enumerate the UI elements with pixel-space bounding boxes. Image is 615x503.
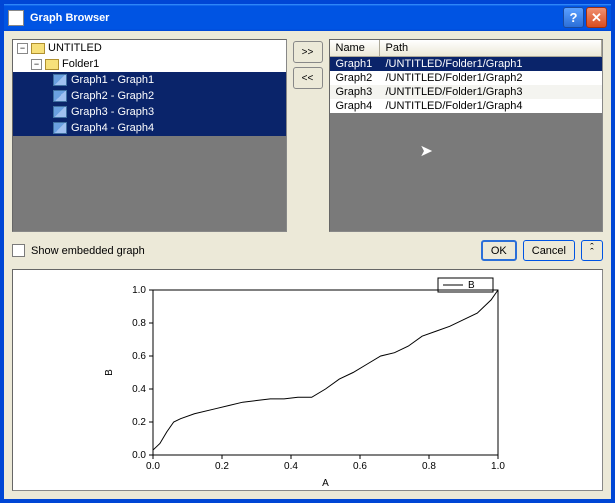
upper-panels: − UNTITLED − Folder1 Graph1 - Graph1 Gra… — [4, 31, 611, 236]
svg-text:0.8: 0.8 — [422, 461, 436, 472]
tree-folder-label: Folder1 — [62, 58, 99, 70]
svg-text:0.0: 0.0 — [132, 450, 146, 461]
app-icon — [8, 10, 24, 26]
collapse-icon[interactable]: − — [17, 43, 28, 54]
list-row[interactable]: Graph2 /UNTITLED/Folder1/Graph2 — [330, 71, 603, 85]
svg-text:0.0: 0.0 — [146, 461, 160, 472]
transfer-buttons: >> << — [293, 39, 323, 232]
controls-row: Show embedded graph OK Cancel ˆ ˆ — [4, 236, 611, 269]
chart-preview: 0.0 0.2 0.4 0.6 0.8 1.0 0.0 0.2 0.4 0.6 0.8 1.0 A B B — [12, 269, 603, 491]
svg-text:0.4: 0.4 — [284, 461, 298, 472]
list-body: Graph1 /UNTITLED/Folder1/Graph1 Graph2 /… — [330, 57, 603, 113]
svg-text:0.2: 0.2 — [132, 417, 146, 428]
add-button[interactable]: >> — [293, 41, 323, 63]
svg-text:0.2: 0.2 — [215, 461, 229, 472]
tree-item-label: Graph2 - Graph2 — [71, 90, 154, 102]
close-button[interactable]: ✕ — [586, 7, 607, 28]
remove-button[interactable]: << — [293, 67, 323, 89]
graph-icon — [53, 122, 67, 134]
list-cell-path: /UNTITLED/Folder1/Graph3 — [380, 85, 603, 99]
graph-icon — [53, 74, 67, 86]
chart-svg: 0.0 0.2 0.4 0.6 0.8 1.0 0.0 0.2 0.4 0.6 0.8 1.0 A B B — [98, 270, 518, 490]
list-cell-name: Graph2 — [330, 71, 380, 85]
svg-text:0.6: 0.6 — [353, 461, 367, 472]
list-panel[interactable]: Name Path Graph1 /UNTITLED/Folder1/Graph… — [329, 39, 604, 232]
list-row[interactable]: Graph4 /UNTITLED/Folder1/Graph4 — [330, 99, 603, 113]
list-cell-path: /UNTITLED/Folder1/Graph4 — [380, 99, 603, 113]
chevron-up-icon: ˆ — [590, 251, 594, 256]
column-header-name[interactable]: Name — [330, 40, 380, 56]
list-row[interactable]: Graph1 /UNTITLED/Folder1/Graph1 — [330, 57, 603, 71]
cancel-button[interactable]: Cancel — [523, 240, 575, 261]
list-cell-name: Graph4 — [330, 99, 380, 113]
dialog-window: Graph Browser ? ✕ − UNTITLED − Folder1 G… — [3, 3, 612, 500]
graph-icon — [53, 90, 67, 102]
tree-root[interactable]: − UNTITLED — [13, 40, 286, 56]
tree-item-label: Graph1 - Graph1 — [71, 74, 154, 86]
column-header-path[interactable]: Path — [380, 40, 603, 56]
tree-item-graph3[interactable]: Graph3 - Graph3 — [13, 104, 286, 120]
list-cell-path: /UNTITLED/Folder1/Graph1 — [380, 57, 603, 71]
tree-item-graph1[interactable]: Graph1 - Graph1 — [13, 72, 286, 88]
tree-root-label: UNTITLED — [48, 42, 102, 54]
help-button[interactable]: ? — [563, 7, 584, 28]
collapse-icon[interactable]: − — [31, 59, 42, 70]
list-row[interactable]: Graph3 /UNTITLED/Folder1/Graph3 — [330, 85, 603, 99]
list-empty-area: ➤ — [330, 113, 603, 231]
tree-folder[interactable]: − Folder1 — [13, 56, 286, 72]
show-embedded-label: Show embedded graph — [31, 245, 145, 257]
list-cell-name: Graph3 — [330, 85, 380, 99]
list-cell-path: /UNTITLED/Folder1/Graph2 — [380, 71, 603, 85]
expand-button[interactable]: ˆ ˆ — [581, 240, 603, 261]
svg-text:0.8: 0.8 — [132, 318, 146, 329]
svg-text:0.4: 0.4 — [132, 384, 146, 395]
list-header: Name Path — [330, 40, 603, 57]
folder-icon — [31, 43, 45, 54]
svg-text:B: B — [468, 280, 475, 291]
svg-text:1.0: 1.0 — [132, 285, 146, 296]
tree-item-label: Graph4 - Graph4 — [71, 122, 154, 134]
window-title: Graph Browser — [30, 12, 563, 24]
folder-icon — [45, 59, 59, 70]
tree-item-graph4[interactable]: Graph4 - Graph4 — [13, 120, 286, 136]
tree-item-label: Graph3 - Graph3 — [71, 106, 154, 118]
svg-text:0.6: 0.6 — [132, 351, 146, 362]
ok-button[interactable]: OK — [481, 240, 517, 261]
titlebar[interactable]: Graph Browser ? ✕ — [4, 4, 611, 31]
svg-text:1.0: 1.0 — [491, 461, 505, 472]
list-cell-name: Graph1 — [330, 57, 380, 71]
tree-item-graph2[interactable]: Graph2 - Graph2 — [13, 88, 286, 104]
graph-icon — [53, 106, 67, 118]
cursor-icon: ➤ — [420, 141, 433, 161]
tree-panel[interactable]: − UNTITLED − Folder1 Graph1 - Graph1 Gra… — [12, 39, 287, 232]
show-embedded-checkbox[interactable] — [12, 244, 25, 257]
svg-text:B: B — [104, 369, 115, 376]
svg-text:A: A — [322, 478, 329, 489]
